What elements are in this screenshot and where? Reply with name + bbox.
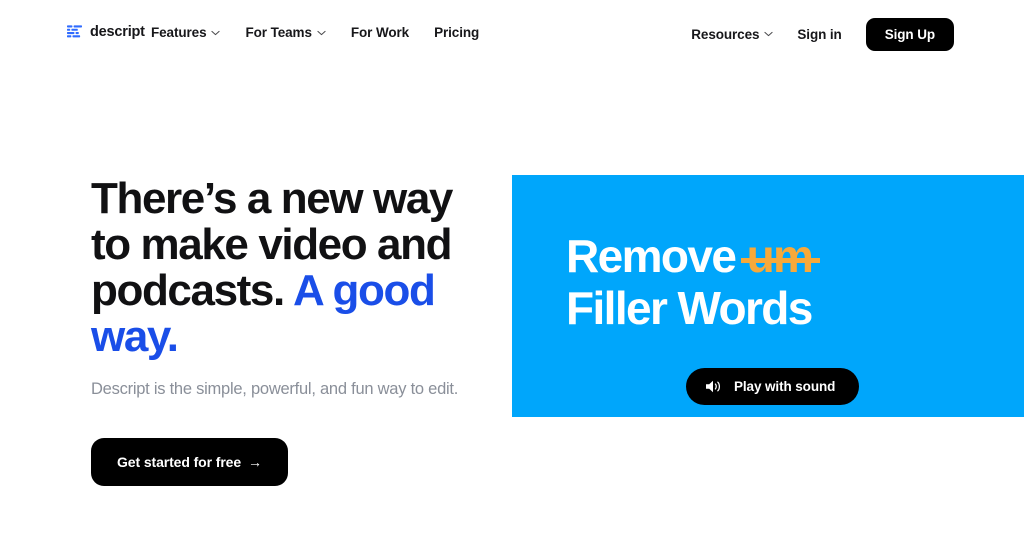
chevron-down-icon <box>764 31 774 37</box>
get-started-button-label: Get started for free <box>117 453 242 470</box>
descript-script-lines-logo-icon <box>67 24 82 40</box>
sign-in-link[interactable]: Sign in <box>797 27 841 42</box>
video-title-line-1: Remove um <box>566 230 821 283</box>
nav-item-for-teams-label: For Teams <box>245 25 312 40</box>
filler-word-strikethrough: um <box>740 230 821 282</box>
chevron-down-icon <box>211 30 221 36</box>
speaker-sound-icon <box>705 379 722 394</box>
nav-item-for-teams[interactable]: For Teams <box>245 25 326 40</box>
nav-item-pricing[interactable]: Pricing <box>434 25 479 40</box>
video-title-line-2: Filler Words <box>566 281 813 334</box>
nav-item-features-label: Features <box>151 25 207 40</box>
nav-item-resources-label: Resources <box>691 26 760 42</box>
sign-up-button[interactable]: Sign Up <box>865 17 954 51</box>
chevron-down-icon <box>317 30 326 36</box>
hero-content: There’s a new way to make video and podc… <box>91 176 491 486</box>
descript-logo[interactable]: descript <box>67 24 145 40</box>
video-overlay-title: Remove um Filler Words <box>566 230 821 335</box>
hero-video-panel[interactable]: Remove um Filler Words Play with sound <box>512 175 1024 417</box>
video-title-line-1-prefix: Remove <box>566 230 747 282</box>
play-with-sound-label: Play with sound <box>734 379 836 394</box>
logo-wordmark: descript <box>90 24 145 40</box>
nav-item-for-work-label: For Work <box>350 25 410 40</box>
arrow-right-icon: → <box>248 453 262 470</box>
primary-navigation: Features For Teams For Work Pricing <box>151 25 479 40</box>
nav-item-for-work[interactable]: For Work <box>351 25 409 40</box>
play-with-sound-button[interactable]: Play with sound <box>686 368 860 405</box>
secondary-navigation: Resources Sign in Sign Up <box>691 17 954 51</box>
nav-item-resources[interactable]: Resources <box>691 26 774 42</box>
nav-item-features[interactable]: Features <box>151 25 221 40</box>
page-title: There’s a new way to make video and podc… <box>91 176 491 360</box>
site-header: descript Features For Teams For Work Pri… <box>0 0 1024 67</box>
get-started-button[interactable]: Get started for free → <box>91 437 288 486</box>
nav-item-pricing-label: Pricing <box>434 25 480 40</box>
hero-subheadline: Descript is the simple, powerful, and fu… <box>91 379 459 398</box>
